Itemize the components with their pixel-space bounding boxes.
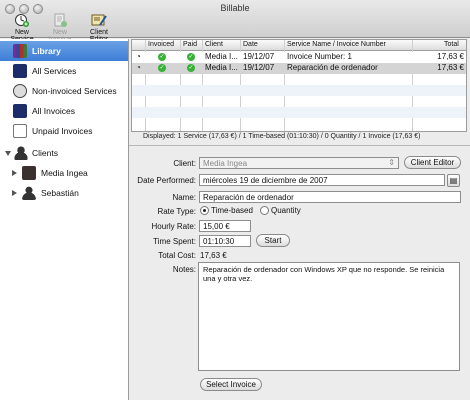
client-editor-icon	[91, 14, 107, 26]
window-title: Billable	[220, 3, 250, 13]
date-label: Date Performed:	[137, 176, 196, 185]
clients-group-icon	[14, 146, 28, 160]
sidebar-label-all-invoices: All Invoices	[32, 106, 75, 116]
sidebar-label-unpaid-invoices: Unpaid Invoices	[32, 126, 93, 136]
rate-time-based-radio[interactable]	[200, 206, 209, 215]
invoiced-check-icon: ✓	[158, 64, 166, 72]
select-invoice-button[interactable]: Select Invoice	[200, 378, 262, 391]
sebastian-avatar-icon	[22, 186, 36, 200]
hourly-rate-label: Hourly Rate:	[151, 222, 196, 231]
sidebar-item-all-invoices[interactable]: All Invoices	[0, 101, 128, 121]
table-row[interactable]: ◔ ✓ ✓ Media I... 19/12/07 Invoice Number…	[132, 52, 466, 63]
table-header: Invoiced Paid Client Date Service Name /…	[132, 40, 466, 51]
table-row-selected[interactable]: ◔ ✓ ✓ Media I... 19/12/07 Reparación de …	[132, 63, 466, 74]
invoice-row-icon: ◔	[136, 52, 141, 61]
col-service-name[interactable]: Service Name / Invoice Number	[285, 41, 386, 48]
all-invoices-icon	[13, 104, 27, 118]
sidebar-label-library: Library	[32, 46, 61, 56]
total-cost-value: 17,63 €	[200, 251, 227, 260]
rate-type-label: Rate Type:	[157, 207, 196, 216]
row-total: 17,63 €	[437, 63, 464, 72]
row-date: 19/12/07	[243, 52, 275, 61]
row-client: Media I...	[205, 52, 238, 61]
row-total: 17,63 €	[437, 52, 464, 61]
rate-time-based-label: Time-based	[211, 206, 253, 215]
row-date: 19/12/07	[243, 63, 275, 72]
non-invoiced-icon	[13, 84, 27, 98]
notes-textarea[interactable]: Reparación de ordenador con Windows XP q…	[198, 262, 460, 371]
sidebar-label-clients: Clients	[32, 148, 58, 158]
app-window: Billable New Service New Invoice	[0, 0, 470, 400]
status-bar: Displayed: 1 Service (17,63 €) / 1 Time-…	[143, 133, 421, 140]
select-arrows-icon: ⇕	[388, 158, 395, 167]
media-ingea-disclosure-icon[interactable]	[12, 170, 17, 176]
calendar-button[interactable]: ▤	[447, 174, 460, 187]
sebastian-disclosure-icon[interactable]	[12, 190, 17, 196]
pane-divider[interactable]	[129, 145, 470, 146]
service-row-icon: ◔	[136, 63, 141, 72]
name-field[interactable]: Reparación de ordenador	[199, 191, 461, 203]
sidebar-item-unpaid-invoices[interactable]: Unpaid Invoices	[0, 121, 128, 141]
row-client: Media I...	[205, 63, 238, 72]
media-ingea-avatar	[22, 166, 36, 180]
row-service-name: Reparación de ordenador	[287, 63, 378, 72]
services-table: Invoiced Paid Client Date Service Name /…	[131, 39, 467, 132]
client-label: Client:	[173, 159, 196, 168]
col-total[interactable]: Total	[442, 41, 459, 48]
sidebar-label-non-invoiced: Non-invoiced Services	[32, 86, 117, 96]
sidebar-label-all-services: All Services	[32, 66, 77, 76]
sidebar-item-all-services[interactable]: All Services	[0, 61, 128, 81]
col-date[interactable]: Date	[241, 41, 258, 48]
sidebar-item-non-invoiced[interactable]: Non-invoiced Services	[0, 81, 128, 101]
new-invoice-icon	[54, 13, 67, 27]
unpaid-invoices-icon	[13, 124, 27, 138]
sidebar: Library All Services Non-invoiced Servic…	[0, 39, 129, 400]
row-service-name: Invoice Number: 1	[287, 52, 352, 61]
paid-check-icon: ✓	[187, 64, 195, 72]
sidebar-item-library[interactable]: Library	[0, 41, 128, 61]
toolbar: Billable New Service New Invoice	[0, 0, 470, 43]
hourly-rate-field[interactable]: 15,00 €	[199, 220, 251, 232]
rate-quantity-label: Quantity	[271, 206, 301, 215]
time-spent-label: Time Spent:	[153, 237, 196, 246]
total-cost-label: Total Cost:	[158, 251, 196, 260]
col-invoiced[interactable]: Invoiced	[146, 41, 174, 48]
rate-quantity-radio[interactable]	[260, 206, 269, 215]
start-timer-button[interactable]: Start	[256, 234, 290, 247]
name-label: Name:	[172, 193, 196, 202]
invoiced-check-icon: ✓	[158, 53, 166, 61]
calendar-icon: ▤	[449, 176, 458, 185]
new-service-icon	[15, 14, 29, 27]
client-select[interactable]: Media Ingea ⇕	[199, 157, 399, 169]
time-spent-field[interactable]: 01:10:30	[199, 235, 251, 247]
notes-label: Notes:	[172, 265, 196, 274]
date-field[interactable]: miércoles 19 de diciembre de 2007	[199, 174, 445, 186]
sidebar-label-sebastian: Sebastián	[41, 188, 79, 198]
clients-disclosure-icon[interactable]	[5, 151, 11, 156]
col-client[interactable]: Client	[203, 41, 223, 48]
all-services-icon	[13, 64, 27, 78]
client-select-value: Media Ingea	[203, 159, 248, 168]
col-paid[interactable]: Paid	[181, 41, 197, 48]
library-icon	[13, 44, 27, 58]
client-editor-button[interactable]: Client Editor	[404, 156, 461, 169]
paid-check-icon: ✓	[187, 53, 195, 61]
